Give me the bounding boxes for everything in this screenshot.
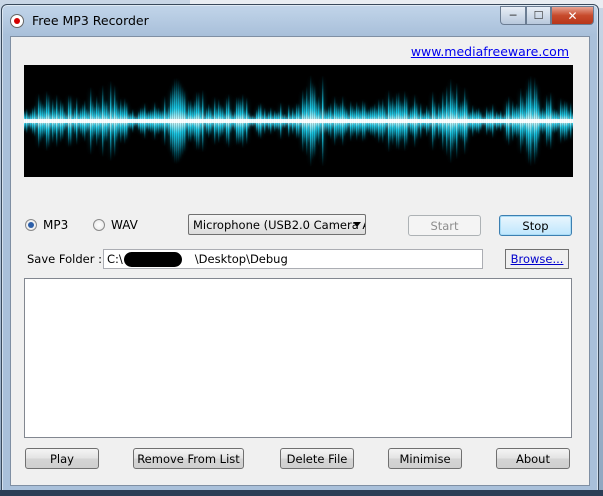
record-icon[interactable] [10, 14, 24, 28]
wav-label: WAV [111, 218, 138, 232]
play-button-label: Play [50, 451, 74, 466]
save-folder-input[interactable]: C:\ \Desktop\Debug [103, 249, 483, 269]
close-icon: ✕ [567, 8, 578, 23]
client-area: www.mediafreeware.com MP3 WAV Microphone… [10, 36, 590, 486]
close-button[interactable]: ✕ [551, 6, 594, 25]
wav-radio-icon[interactable] [93, 219, 105, 231]
browse-button-label: Browse... [510, 252, 564, 266]
maximize-button[interactable]: ☐ [526, 6, 551, 25]
title-bar[interactable]: Free MP3 Recorder ─ ☐ ✕ [2, 5, 598, 35]
website-link[interactable]: www.mediafreeware.com [411, 44, 569, 59]
start-button[interactable]: Start [408, 215, 481, 236]
stop-button-label: Stop [522, 218, 549, 233]
redaction-mark [124, 252, 182, 267]
mp3-radio-icon[interactable] [25, 219, 37, 231]
delete-button-label: Delete File [286, 451, 348, 466]
minimize-icon: ─ [509, 9, 517, 22]
maximize-icon: ☐ [533, 9, 544, 22]
start-button-label: Start [430, 218, 459, 233]
format-mp3-option[interactable]: MP3 [25, 218, 68, 232]
waveform-centerline [24, 119, 573, 123]
save-path-suffix: \Desktop\Debug [194, 252, 288, 266]
save-folder-label: Save Folder : [27, 252, 102, 266]
save-path-prefix: C:\ [107, 252, 123, 266]
minimise-button-label: Minimise [399, 451, 451, 466]
taskbar-edge [0, 490, 603, 496]
audio-source-value: Microphone (USB2.0 Camera Au [193, 218, 366, 232]
browse-button[interactable]: Browse... [505, 249, 569, 269]
audio-source-select[interactable]: Microphone (USB2.0 Camera Au [188, 214, 366, 235]
about-button[interactable]: About [496, 448, 570, 469]
chevron-down-icon [353, 222, 361, 227]
minimise-button[interactable]: Minimise [388, 448, 462, 469]
window-title: Free MP3 Recorder [32, 13, 149, 28]
about-button-label: About [515, 451, 550, 466]
minimize-button[interactable]: ─ [500, 6, 526, 25]
play-button[interactable]: Play [25, 448, 99, 469]
format-wav-option[interactable]: WAV [93, 218, 138, 232]
caption-buttons: ─ ☐ ✕ [500, 6, 594, 25]
mp3-label: MP3 [43, 218, 69, 232]
waveform-graphic [24, 75, 573, 167]
waveform-display [24, 65, 573, 177]
remove-button-label: Remove From List [137, 451, 240, 466]
recordings-list[interactable] [24, 278, 572, 438]
remove-from-list-button[interactable]: Remove From List [133, 448, 244, 469]
delete-file-button[interactable]: Delete File [280, 448, 354, 469]
app-window: Free MP3 Recorder ─ ☐ ✕ www.mediafreewar… [1, 4, 599, 494]
stop-button[interactable]: Stop [499, 215, 572, 236]
